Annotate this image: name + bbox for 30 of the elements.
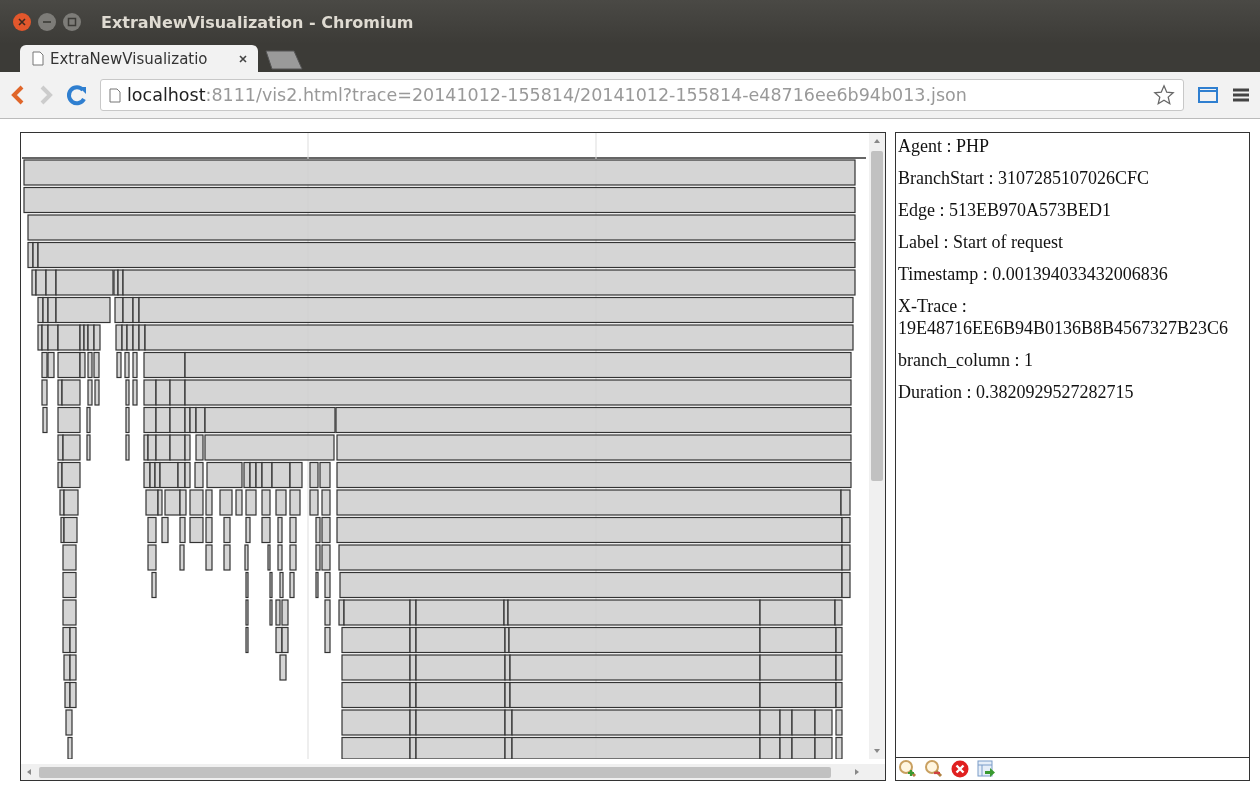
detail-line: Duration : 0.3820929527282715 xyxy=(898,381,1135,403)
reload-icon[interactable] xyxy=(66,84,88,106)
close-icon[interactable] xyxy=(950,759,970,779)
zoom-out-icon[interactable] xyxy=(924,759,944,779)
back-icon[interactable] xyxy=(10,84,26,106)
fullscreen-icon[interactable] xyxy=(1196,84,1220,106)
close-icon[interactable] xyxy=(12,12,32,32)
detail-line: branch_column : 1 xyxy=(898,349,1034,371)
star-icon[interactable] xyxy=(1153,84,1175,106)
browser-tab[interactable]: ExtraNewVisualizatio xyxy=(20,45,258,72)
maximize-icon[interactable] xyxy=(62,12,82,32)
detail-line: Agent : PHP xyxy=(898,135,990,157)
new-tab-icon[interactable] xyxy=(264,50,304,70)
menu-icon[interactable] xyxy=(1232,87,1250,103)
page-icon xyxy=(32,51,44,66)
page-icon xyxy=(109,87,121,103)
detail-line: BranchStart : 3107285107026CFC xyxy=(898,167,1150,189)
window-title: ExtraNewVisualization - Chromium xyxy=(101,12,414,32)
minimize-icon[interactable] xyxy=(37,12,57,32)
detail-line: Edge : 513EB970A573BED1 xyxy=(898,199,1112,221)
vertical-scrollbar[interactable] xyxy=(869,133,885,759)
detail-line: Label : Start of request xyxy=(898,231,1064,253)
zoom-in-icon[interactable] xyxy=(898,759,918,779)
url-text: localhost:8111/vis2.html?trace=20141012-155814/20141012-155814-e48716ee6b94b013.json xyxy=(127,85,968,105)
close-icon[interactable] xyxy=(238,53,248,64)
address-bar[interactable]: localhost:8111/vis2.html?trace=20141012-155814/20141012-155814-e48716ee6b94b013.json xyxy=(100,79,1184,111)
export-icon[interactable] xyxy=(976,759,996,779)
detail-line: X-Trace : 19E48716EE6B94B0136B8B4567327B23C6 xyxy=(898,295,1230,339)
horizontal-scrollbar[interactable] xyxy=(21,764,885,780)
detail-line: Timestamp : 0.001394033432006836 xyxy=(898,263,1169,285)
